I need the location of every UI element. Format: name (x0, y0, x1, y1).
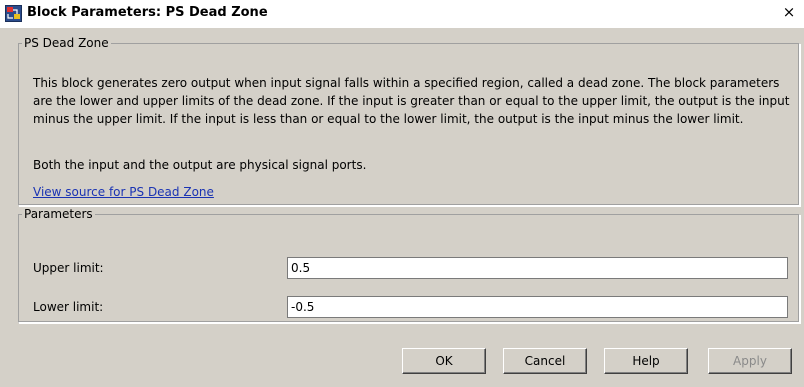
cancel-button[interactable]: Cancel (503, 348, 587, 374)
simulink-block-icon (5, 5, 22, 22)
description-group-legend: PS Dead Zone (24, 36, 109, 50)
upper-limit-label: Upper limit: (33, 261, 104, 275)
title-bar[interactable]: Block Parameters: PS Dead Zone × (0, 0, 804, 28)
lower-limit-field[interactable] (287, 296, 788, 318)
block-parameters-dialog: Block Parameters: PS Dead Zone × PS Dead… (0, 0, 804, 387)
apply-button[interactable]: Apply (708, 348, 792, 374)
description-group: PS Dead Zone This block generates zero o… (18, 36, 800, 206)
close-icon[interactable]: × (781, 3, 797, 21)
lower-limit-label: Lower limit: (33, 300, 104, 314)
dialog-title: Block Parameters: PS Dead Zone (27, 5, 268, 20)
ok-button[interactable]: OK (402, 348, 486, 374)
parameters-group-legend: Parameters (24, 207, 93, 221)
view-source-link[interactable]: View source for PS Dead Zone (33, 185, 214, 199)
help-button[interactable]: Help (604, 348, 688, 374)
upper-limit-field[interactable] (287, 257, 788, 279)
ports-description: Both the input and the output are physic… (33, 158, 367, 172)
block-description: This block generates zero output when in… (33, 76, 790, 126)
parameters-group: Parameters Upper limit: Lower limit: (18, 207, 800, 323)
